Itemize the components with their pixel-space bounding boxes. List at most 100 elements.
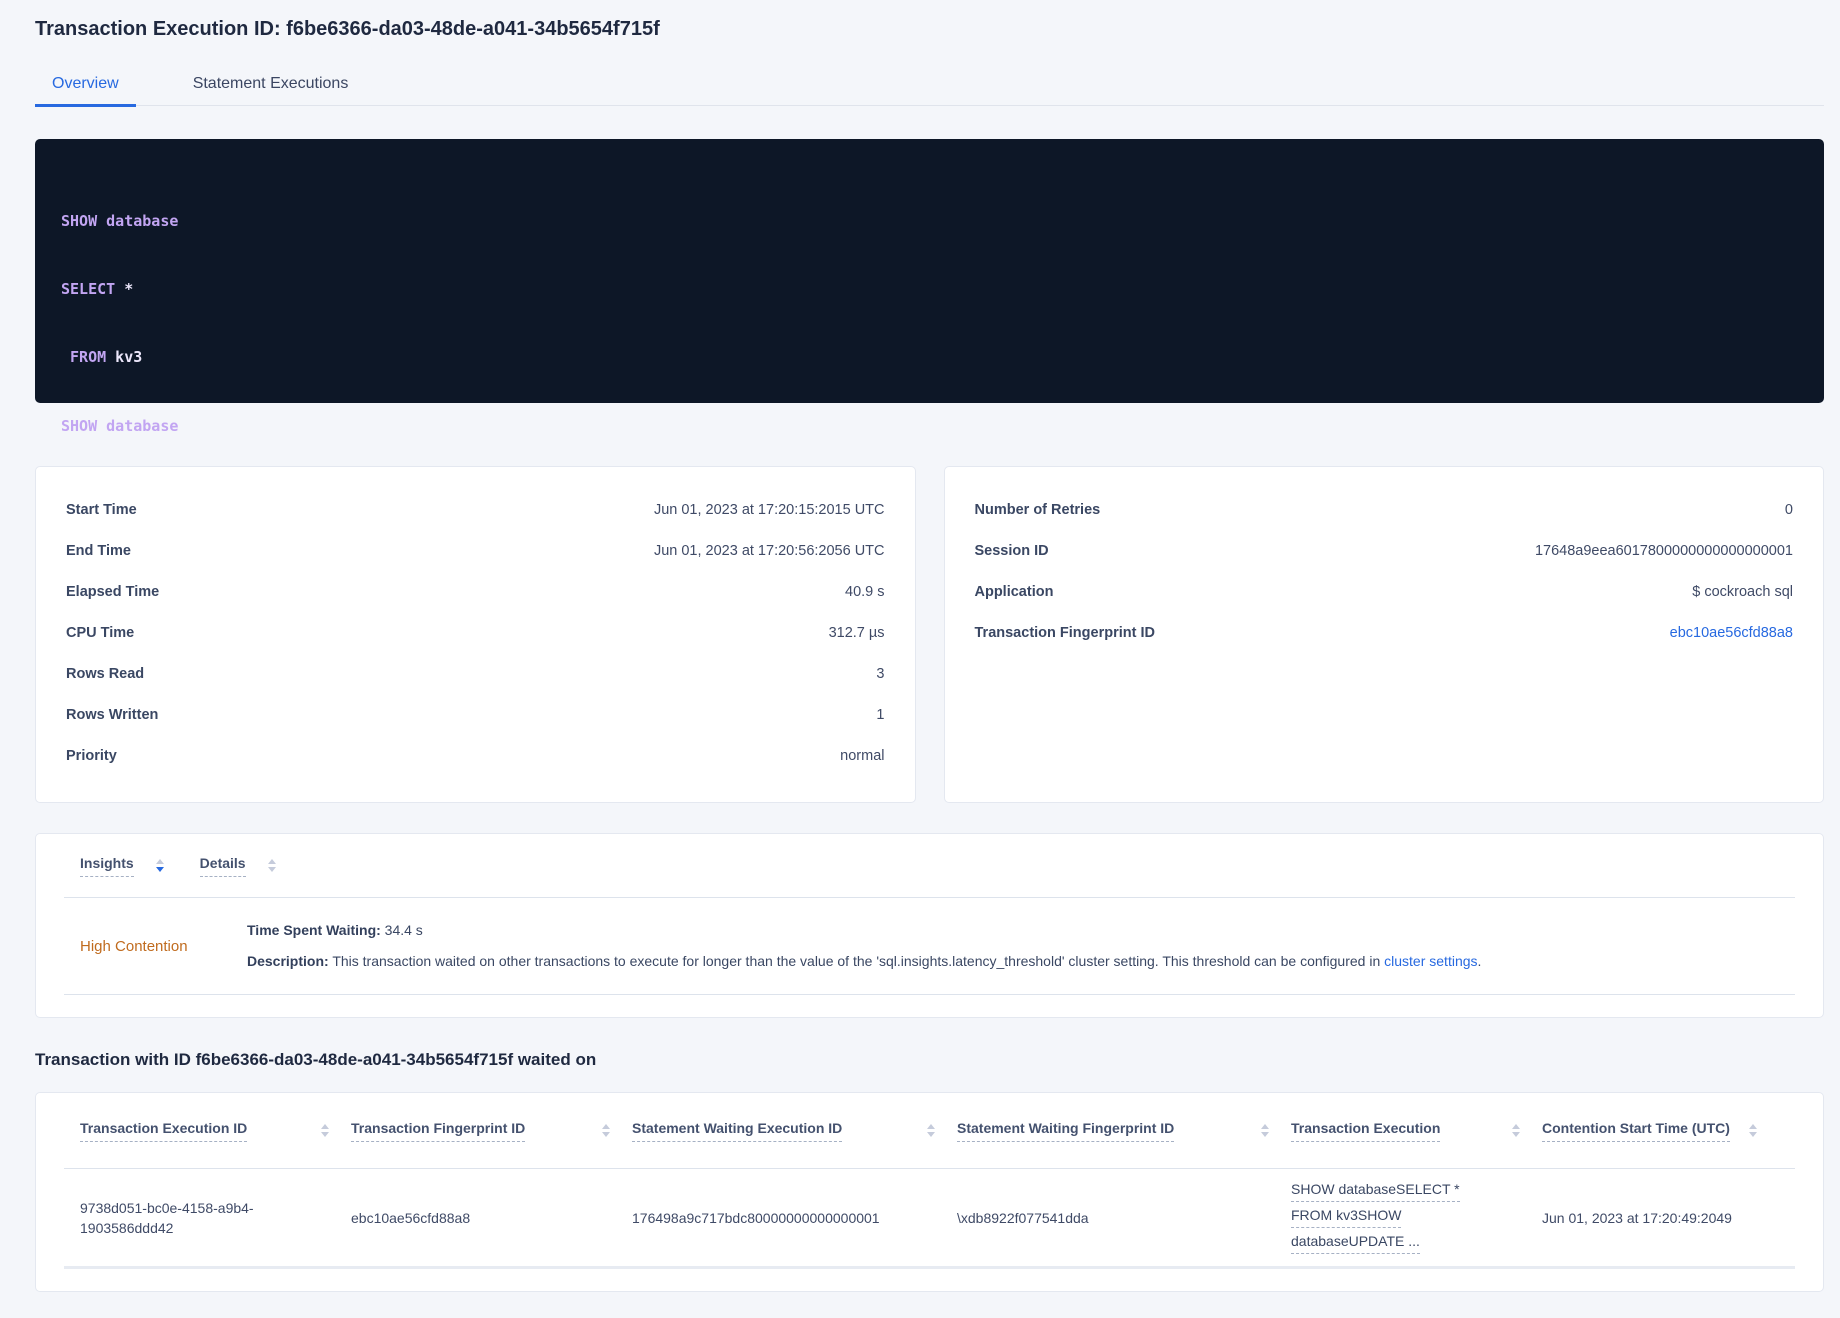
detail-label: Start Time	[66, 501, 137, 518]
tab-overview[interactable]: Overview	[35, 65, 136, 107]
column-header-stmt-waiting-fingerprint-id[interactable]: Statement Waiting Fingerprint ID	[957, 1120, 1175, 1142]
sort-up-icon	[1261, 1124, 1269, 1129]
column-header-cell: Statement Waiting Execution ID	[632, 1120, 957, 1142]
detail-value: 1	[876, 706, 885, 723]
sort-up-icon	[155, 859, 164, 864]
detail-value: Jun 01, 2023 at 17:20:56:2056 UTC	[653, 542, 885, 559]
detail-label: Application	[974, 583, 1054, 600]
column-header-cell: Contention Start Time (UTC)	[1542, 1120, 1779, 1142]
detail-value: 312.7 µs	[828, 624, 885, 641]
statement-preview-link[interactable]: SHOW databaseSELECT *	[1291, 1179, 1460, 1202]
detail-row: Transaction Fingerprint ID ebc10ae56cfd88…	[975, 612, 1794, 653]
details-column-header[interactable]: Details	[199, 855, 246, 877]
detail-row: Elapsed Time 40.9 s	[66, 571, 885, 612]
column-header-txn-execution-id[interactable]: Transaction Execution ID	[80, 1120, 248, 1142]
detail-row: Start Time Jun 01, 2023 at 17:20:15:2015 …	[66, 489, 885, 530]
cell-stmt-waiting-fingerprint-id: \xdb8922f077541dda	[957, 1209, 1089, 1226]
detail-row: Number of Retries 0	[975, 489, 1794, 530]
sort-down-icon	[321, 1132, 329, 1137]
sort-up-icon	[267, 859, 276, 864]
waited-on-heading: Transaction with ID f6be6366-da03-48de-a…	[35, 1050, 597, 1069]
detail-row: Rows Read 3	[66, 653, 885, 694]
detail-label: Session ID	[974, 542, 1049, 559]
sort-icon[interactable]	[267, 859, 276, 872]
table-row: 9738d051-bc0e-4158-a9b4-1903586ddd42 ebc…	[64, 1169, 1795, 1269]
sort-up-icon	[602, 1124, 610, 1129]
cell-contention-start-time: Jun 01, 2023 at 17:20:49:2049	[1542, 1209, 1732, 1226]
column-header-cell: Transaction Execution	[1291, 1120, 1542, 1142]
insight-type-badge: High Contention	[80, 937, 188, 955]
sort-up-icon	[927, 1124, 935, 1129]
detail-value: 3	[876, 665, 885, 682]
sort-icon[interactable]	[155, 859, 164, 872]
sort-up-icon	[1749, 1124, 1757, 1129]
sort-down-icon	[1749, 1132, 1757, 1137]
sort-down-icon	[927, 1132, 935, 1137]
waited-on-table-header: Transaction Execution ID Transaction Fin…	[64, 1093, 1795, 1169]
sql-line: SELECT *	[61, 279, 134, 298]
detail-value: 0	[1784, 501, 1793, 518]
sort-down-icon	[267, 867, 276, 872]
tab-bar: Overview Statement Executions	[35, 65, 1824, 107]
detail-value: normal	[840, 747, 885, 764]
time-spent-waiting: Time Spent Waiting: 34.4 s	[247, 922, 423, 938]
detail-label: Number of Retries	[974, 501, 1101, 518]
detail-row: End Time Jun 01, 2023 at 17:20:56:2056 UT…	[66, 530, 885, 571]
detail-label: Elapsed Time	[66, 583, 160, 600]
cell-txn-fingerprint-id: ebc10ae56cfd88a8	[351, 1209, 471, 1226]
sort-down-icon	[1261, 1132, 1269, 1137]
waited-on-table: Transaction Execution ID Transaction Fin…	[35, 1092, 1824, 1292]
tab-statement-executions[interactable]: Statement Executions	[176, 65, 366, 107]
sql-line: SHOW database	[61, 416, 179, 435]
column-header-cell: Transaction Fingerprint ID	[351, 1120, 632, 1142]
insights-table-header: Insights Details	[64, 834, 1795, 898]
sort-icon[interactable]	[321, 1124, 329, 1137]
transaction-fingerprint-link[interactable]: ebc10ae56cfd88a8	[1670, 625, 1793, 641]
sort-icon[interactable]	[1261, 1124, 1269, 1137]
sort-up-icon	[1512, 1124, 1520, 1129]
sort-icon[interactable]	[1749, 1124, 1757, 1137]
cell-txn-execution-id: 9738d051-bc0e-4158-a9b4-1903586ddd42	[80, 1199, 254, 1236]
detail-row: Application $ cockroach sql	[975, 571, 1794, 612]
sort-down-icon	[1512, 1132, 1520, 1137]
cell-txn-execution-statement: SHOW databaseSELECT * FROM kv3SHOW datab…	[1291, 1179, 1542, 1257]
column-header-cell: Statement Waiting Fingerprint ID	[957, 1120, 1291, 1142]
insight-details: Time Spent Waiting: 34.4 s Description: …	[247, 915, 1481, 977]
cell-stmt-waiting-execution-id: 176498a9c717bdc80000000000000001	[632, 1209, 880, 1226]
insight-description: Description: This transaction waited on …	[247, 953, 1482, 969]
column-header-cell: Transaction Execution ID	[80, 1120, 351, 1142]
column-header-stmt-waiting-execution-id[interactable]: Statement Waiting Execution ID	[632, 1120, 843, 1142]
insights-column-header[interactable]: Insights	[80, 855, 134, 877]
detail-label: Transaction Fingerprint ID	[974, 624, 1155, 641]
sql-statement-box: SHOW database SELECT * FROM kv3 SHOW dat…	[35, 139, 1824, 708]
detail-value: 17648a9eea6017800000000000000001	[1534, 542, 1793, 559]
sort-icon[interactable]	[927, 1124, 935, 1137]
insights-table: Insights Details High Contention Time Sp…	[35, 833, 1824, 1018]
detail-label: Priority	[66, 747, 117, 764]
detail-row: Rows Written 1	[66, 694, 885, 735]
sort-down-icon	[155, 867, 164, 872]
sql-line: FROM kv3	[61, 348, 143, 367]
sort-icon[interactable]	[602, 1124, 610, 1137]
column-header-txn-execution[interactable]: Transaction Execution	[1291, 1120, 1441, 1142]
detail-row: CPU Time 312.7 µs	[66, 612, 885, 653]
statement-preview-link[interactable]: FROM kv3SHOW	[1291, 1205, 1402, 1228]
detail-label: End Time	[66, 542, 131, 559]
summary-panels: Start Time Jun 01, 2023 at 17:20:15:2015 …	[35, 466, 1824, 803]
cluster-settings-link[interactable]: cluster settings	[1384, 953, 1477, 969]
sql-line: SHOW database	[61, 211, 179, 230]
detail-row: Priority normal	[66, 735, 885, 776]
transaction-details-page: Transaction Execution ID: f6be6366-da03-…	[0, 0, 1840, 1292]
detail-label: CPU Time	[66, 624, 135, 641]
detail-value: Jun 01, 2023 at 17:20:15:2015 UTC	[653, 501, 885, 518]
detail-label: Rows Read	[66, 665, 145, 682]
statement-preview-link[interactable]: databaseUPDATE ...	[1291, 1231, 1420, 1254]
column-header-txn-fingerprint-id[interactable]: Transaction Fingerprint ID	[351, 1120, 526, 1142]
detail-value: 40.9 s	[845, 583, 885, 600]
session-panel: Number of Retries 0 Session ID 17648a9eea6…	[943, 466, 1824, 803]
detail-row: Session ID 17648a9eea60178000000000000000…	[975, 530, 1794, 571]
sort-down-icon	[602, 1132, 610, 1137]
insight-row: High Contention Time Spent Waiting: 34.4…	[64, 898, 1795, 995]
sort-icon[interactable]	[1512, 1124, 1520, 1137]
column-header-contention-start-time[interactable]: Contention Start Time (UTC)	[1542, 1120, 1730, 1142]
